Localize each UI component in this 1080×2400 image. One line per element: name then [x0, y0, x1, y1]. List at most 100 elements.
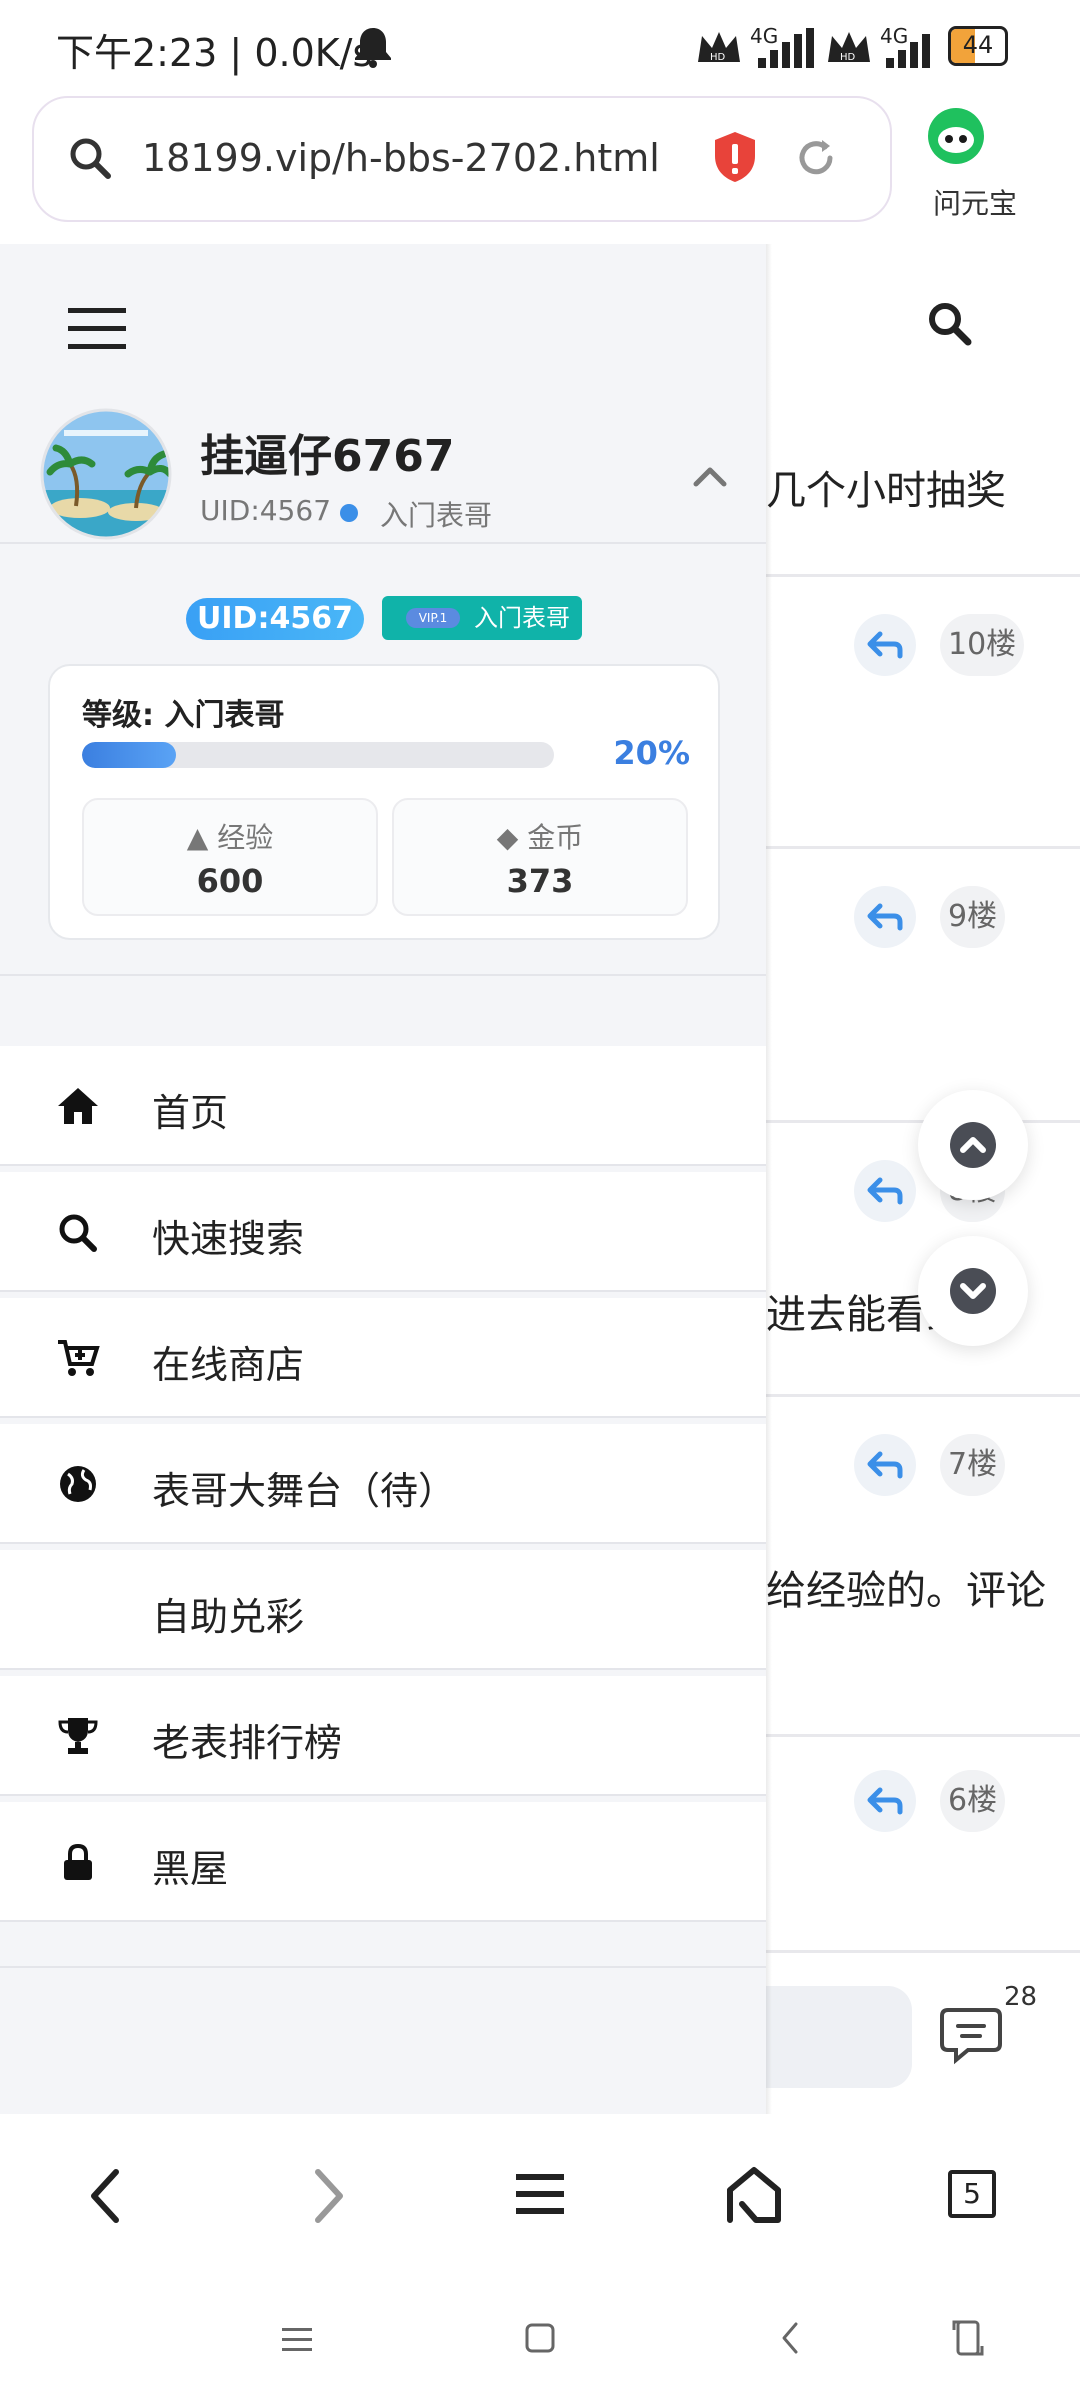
chevron-down-icon	[960, 1283, 986, 1299]
menu-item-quick-search[interactable]: 快速搜索	[0, 1172, 766, 1292]
reply-button[interactable]	[854, 614, 916, 676]
divider	[0, 974, 766, 976]
assistant-label[interactable]: 问元宝	[930, 182, 1020, 222]
cart-icon	[58, 1340, 100, 1376]
search-icon[interactable]	[66, 134, 114, 182]
comment-icon[interactable]	[938, 2002, 1004, 2068]
svg-text:HD: HD	[710, 52, 726, 63]
level-dot	[340, 504, 358, 522]
avatar[interactable]	[40, 408, 172, 540]
exp-stat: ▲ 经验 600	[82, 798, 378, 916]
vip-level-badge: VIP.1 入门表哥	[382, 596, 582, 640]
svg-text:HD: HD	[840, 52, 856, 63]
comment-count: 28	[1004, 1982, 1038, 2012]
trophy-icon	[58, 1718, 98, 1754]
floor-badge: 9楼	[940, 886, 1006, 948]
menu-label: 首页	[152, 1091, 229, 1135]
menu-label: 自助兑彩	[152, 1595, 305, 1639]
reply-icon	[867, 1177, 903, 1205]
reply-icon	[867, 1451, 903, 1479]
lock-icon	[64, 1843, 92, 1880]
floor-badge: 7楼	[940, 1434, 1006, 1496]
level-name: 入门表哥	[380, 499, 493, 532]
menu-label: 老表排行榜	[152, 1721, 343, 1765]
uid-badge: UID:4567	[186, 598, 364, 640]
menu-label: 在线商店	[152, 1343, 305, 1387]
reply-icon	[867, 903, 903, 931]
forward-arrow-icon[interactable]	[306, 2166, 350, 2226]
globe-icon	[60, 1466, 96, 1502]
system-home-icon[interactable]	[524, 2322, 556, 2354]
uid-text: UID:4567	[200, 494, 332, 527]
status-bar: 下午2:23 | 0.0K/s HD 4G HD 4G 44	[0, 0, 1080, 96]
bell-icon	[355, 28, 391, 68]
divider	[766, 846, 1080, 849]
battery-indicator: 44	[948, 26, 1008, 66]
reply-icon	[867, 1787, 903, 1815]
search-icon	[59, 1214, 97, 1252]
reply-icon	[867, 631, 903, 659]
tabs-button[interactable]: 5	[948, 2170, 996, 2218]
system-menu-icon[interactable]	[280, 2324, 314, 2354]
divider	[766, 574, 1080, 577]
status-time: 下午2:23 | 0.0K/s	[56, 31, 373, 75]
coin-stat: ◆ 金币 373	[392, 798, 688, 916]
menu-label: 表哥大舞台（待）	[152, 1469, 457, 1513]
level-title: 等级: 入门表哥	[82, 698, 285, 733]
post-text-fragment: 给经验的。评论	[766, 1568, 1046, 1614]
menu-item-home[interactable]: 首页	[0, 1046, 766, 1166]
reply-button[interactable]	[854, 1434, 916, 1496]
drawer-shadow	[766, 244, 772, 2114]
system-back-icon[interactable]	[776, 2320, 804, 2356]
menu-item-stage[interactable]: 表哥大舞台（待）	[0, 1424, 766, 1544]
menu-item-blackroom[interactable]: 黑屋	[0, 1802, 766, 1922]
scroll-down-button[interactable]	[918, 1236, 1028, 1346]
hd-crown-icon-2: HD	[828, 32, 870, 63]
coin-value: 373	[506, 862, 574, 900]
floor-badge: 6楼	[940, 1770, 1006, 1832]
divider	[766, 1734, 1080, 1737]
collapse-chevron-up-icon[interactable]	[690, 462, 730, 490]
hd-crown-icon: HD	[698, 32, 740, 63]
divider	[766, 1394, 1080, 1397]
yuanbao-assistant-icon[interactable]	[926, 106, 986, 166]
url-text[interactable]: 18199.vip/h-bbs-2702.html	[142, 136, 660, 180]
back-arrow-icon[interactable]	[84, 2166, 128, 2226]
signal-icon-2	[886, 34, 930, 68]
menu-item-self-redeem[interactable]: 自助兑彩	[0, 1550, 766, 1670]
level-progress-bar	[82, 742, 554, 768]
refresh-icon[interactable]	[792, 134, 840, 182]
divider	[0, 542, 766, 544]
divider	[0, 1966, 766, 1968]
post-text-fragment: 几个小时抽奖	[766, 468, 1006, 514]
menu-item-online-store[interactable]: 在线商店	[0, 1298, 766, 1418]
diamond-icon: ◆	[496, 821, 519, 854]
signal-icon	[758, 28, 814, 68]
menu-label: 快速搜索	[152, 1217, 305, 1261]
menu-label: 黑屋	[152, 1847, 229, 1891]
exp-value: 600	[196, 862, 264, 900]
reply-button[interactable]	[854, 886, 916, 948]
hamburger-menu-icon[interactable]	[66, 306, 128, 350]
reply-button[interactable]	[854, 1160, 916, 1222]
vip-level-label: 入门表哥	[474, 604, 570, 632]
vip-mini-badge: VIP.1	[406, 608, 460, 628]
page-search-icon[interactable]	[926, 300, 972, 346]
home-nav-icon[interactable]	[722, 2164, 786, 2224]
exp-label-row: ▲ 经验	[186, 821, 274, 854]
shield-alert-icon[interactable]	[712, 130, 758, 184]
battery-level: 44	[962, 31, 994, 59]
menu-item-leaderboard[interactable]: 老表排行榜	[0, 1676, 766, 1796]
triangle-icon: ▲	[186, 821, 209, 854]
floor-badge: 10楼	[940, 614, 1025, 676]
divider	[766, 1950, 1080, 1953]
level-progress-percent: 20%	[613, 734, 690, 772]
home-icon	[58, 1088, 98, 1124]
system-rotate-icon[interactable]	[950, 2316, 986, 2360]
username: 挂逼仔6767	[200, 431, 455, 482]
comment-input[interactable]	[766, 1986, 912, 2088]
coin-label-row: ◆ 金币	[496, 821, 584, 854]
reply-button[interactable]	[854, 1770, 916, 1832]
menu-lines-icon[interactable]	[514, 2170, 566, 2218]
scroll-up-button[interactable]	[918, 1090, 1028, 1200]
